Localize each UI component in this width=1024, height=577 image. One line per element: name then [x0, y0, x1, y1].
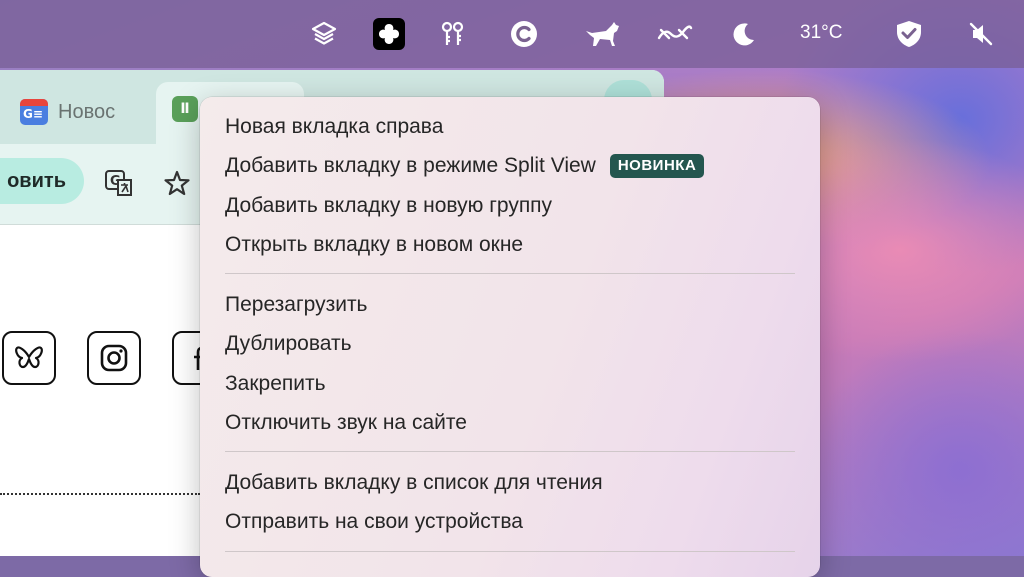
new-badge: НОВИНКА [609, 154, 705, 178]
menu-item-new-group[interactable]: Добавить вкладку в новую группу [225, 188, 552, 224]
speaker-muted-icon[interactable] [965, 18, 997, 50]
menu-item-reload[interactable]: Перезагрузить [225, 287, 368, 323]
tab-context-menu: Новая вкладка справа Добавить вкладку в … [200, 97, 820, 577]
dotted-divider [0, 493, 200, 495]
menu-item-reading-list[interactable]: Добавить вкладку в список для чтения [225, 465, 603, 501]
menu-item-new-window[interactable]: Открыть вкладку в новом окне [225, 227, 523, 263]
menu-item-label: Закрепить [225, 372, 326, 395]
menu-item-label: Добавить вкладку в новую группу [225, 194, 553, 217]
menu-item-split-view[interactable]: Добавить вкладку в режиме Split View НОВ… [225, 148, 705, 184]
menu-item-send-to-devices[interactable]: Отправить на свои устройства [225, 504, 523, 540]
layers-icon[interactable] [308, 18, 340, 50]
instagram-icon[interactable] [87, 331, 141, 385]
shield-check-icon[interactable] [893, 18, 925, 50]
tab-label: Новос [58, 100, 116, 123]
tab-news[interactable]: Новос [0, 80, 150, 144]
cat-icon[interactable] [582, 18, 622, 50]
app-clover-icon[interactable] [373, 18, 405, 50]
site-favicon-icon: Ⅱ [172, 96, 198, 122]
macos-menu-bar: 31°C [0, 0, 1024, 68]
weather-temperature[interactable]: 31°C [800, 22, 842, 44]
menu-item-label: Дублировать [225, 332, 352, 355]
menu-separator [225, 451, 795, 452]
moon-icon[interactable] [728, 18, 760, 50]
bluesky-icon[interactable] [2, 331, 56, 385]
menu-item-duplicate[interactable]: Дублировать [225, 326, 352, 362]
menu-item-label: Отправить на свои устройства [225, 510, 523, 533]
menu-item-label: Новая вкладка справа [225, 115, 444, 138]
menu-item-label: Открыть вкладку в новом окне [225, 233, 524, 256]
menu-item-label: Добавить вкладку в список для чтения [225, 471, 603, 494]
menu-separator [225, 551, 795, 552]
menu-item-label: Перезагрузить [225, 293, 368, 316]
menu-item-label: Отключить звук на сайте [225, 411, 467, 434]
wave-icon[interactable] [656, 18, 694, 50]
menu-item-pin[interactable]: Закрепить [225, 366, 326, 402]
translate-icon[interactable]: G [104, 168, 134, 198]
keys-icon[interactable] [437, 18, 469, 50]
c-circle-icon[interactable] [508, 18, 540, 50]
menu-item-new-tab-right[interactable]: Новая вкладка справа [225, 109, 443, 145]
bookmark-star-icon[interactable] [162, 168, 192, 198]
install-button[interactable]: овить [0, 158, 84, 204]
menu-separator [225, 273, 795, 274]
google-news-icon [20, 99, 48, 125]
menu-item-mute-site[interactable]: Отключить звук на сайте [225, 405, 467, 441]
menu-item-label: Добавить вкладку в режиме Split View [225, 154, 596, 177]
